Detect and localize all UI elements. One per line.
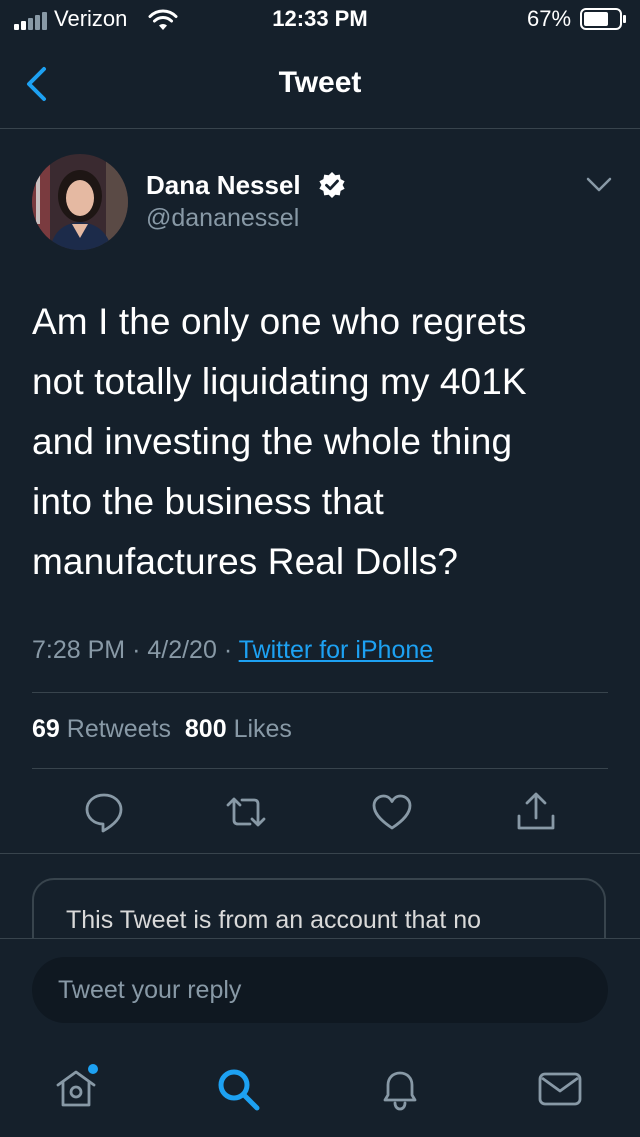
likes-stat[interactable]: 800 Likes	[185, 715, 292, 743]
retweets-stat[interactable]: 69 Retweets	[32, 715, 171, 743]
reply-input[interactable]: Tweet your reply	[32, 957, 608, 1023]
retweets-count: 69	[32, 715, 60, 743]
likes-label: Likes	[233, 715, 292, 743]
tweet-time: 7:28 PM	[32, 636, 126, 664]
likes-count: 800	[184, 715, 227, 743]
meta-separator: ·	[223, 636, 233, 664]
page-title: Tweet	[278, 66, 362, 99]
share-icon[interactable]	[514, 790, 558, 834]
search-icon[interactable]	[214, 1065, 262, 1113]
status-bar: Verizon 12:33 PM 67%	[0, 0, 640, 40]
meta-separator: ·	[132, 636, 141, 664]
divider	[32, 768, 608, 769]
tweet-text: Am I the only one who regrets not totall…	[32, 301, 527, 582]
avatar[interactable]	[32, 154, 128, 250]
reply-bar: Tweet your reply	[0, 938, 640, 1137]
notifications-icon[interactable]	[376, 1065, 424, 1113]
tweet-stats: 69 Retweets 800 Likes	[32, 715, 292, 744]
chevron-down-icon[interactable]	[584, 172, 614, 196]
home-icon[interactable]	[52, 1063, 100, 1111]
author-handle[interactable]: @dananessel	[146, 204, 299, 233]
tweet-source-link[interactable]: Twitter for iPhone	[239, 636, 434, 664]
battery-icon	[580, 8, 626, 30]
reply-icon[interactable]	[82, 790, 126, 834]
messages-icon[interactable]	[536, 1065, 584, 1113]
author-name[interactable]: Dana Nessel	[146, 170, 301, 201]
divider	[32, 692, 608, 693]
retweet-icon[interactable]	[224, 790, 268, 834]
tweet-meta: 7:28 PM · 4/2/20 · Twitter for iPhone	[32, 636, 433, 665]
like-icon[interactable]	[370, 790, 414, 834]
battery-percentage: 67%	[527, 6, 572, 31]
nav-header: Tweet	[0, 40, 640, 129]
divider	[0, 853, 640, 854]
verified-badge-icon	[319, 172, 345, 198]
retweets-label: Retweets	[66, 715, 171, 743]
tweet-date: 4/2/20	[147, 636, 217, 664]
account-notice-text: This Tweet is from an account that no	[66, 906, 482, 934]
